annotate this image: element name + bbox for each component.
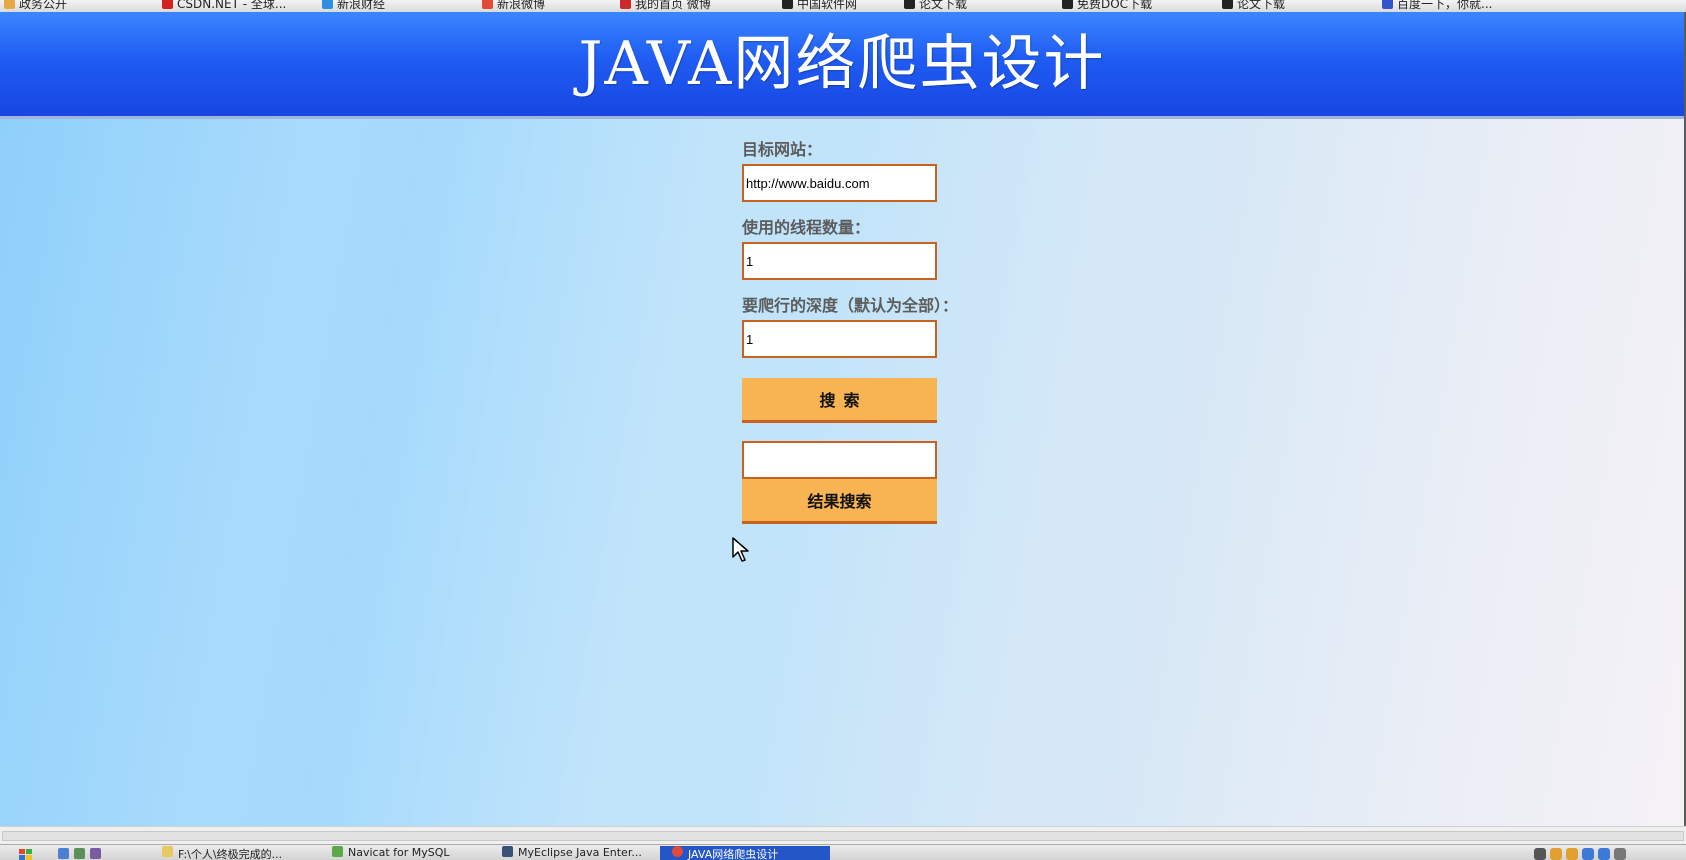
bookmark-item[interactable]: 新浪财经: [322, 0, 385, 11]
bookmark-icon: [1062, 0, 1073, 9]
header-banner: JAVA网络爬虫设计: [0, 12, 1684, 119]
browser-icon: [672, 846, 683, 857]
system-tray: [1534, 848, 1626, 860]
bookmark-label: 免费DOC下载: [1077, 0, 1153, 11]
taskbar-item-label: Navicat for MySQL: [348, 846, 450, 859]
horizontal-scrollbar[interactable]: [0, 826, 1686, 845]
taskbar-item-label: MyEclipse Java Enter...: [518, 846, 642, 859]
desktop-icon[interactable]: [74, 848, 85, 859]
scrollbar-track[interactable]: [2, 831, 1684, 841]
taskbar-item[interactable]: Navicat for MySQL: [332, 846, 450, 860]
result-search-input[interactable]: [742, 441, 937, 479]
shield-icon[interactable]: [1598, 848, 1610, 860]
bookmark-icon: [904, 0, 915, 9]
folder-icon: [162, 846, 173, 857]
bookmark-icon: [1222, 0, 1233, 9]
search-button[interactable]: 搜索: [742, 378, 937, 423]
bookmark-label: CSDN.NET - 全球...: [177, 0, 287, 11]
bookmark-icon: [620, 0, 631, 9]
bookmark-item[interactable]: 免费DOC下载: [1062, 0, 1152, 11]
bookmark-item[interactable]: 政务公开: [4, 0, 67, 11]
bookmark-label: 论文下载: [919, 0, 968, 11]
bookmark-icon: [782, 0, 793, 9]
taskbar-item[interactable]: MyEclipse Java Enter...: [502, 846, 642, 860]
result-search-button[interactable]: 结果搜索: [742, 479, 937, 524]
taskbar-item-label: F:\个人\终极完成的...: [178, 848, 283, 860]
browser-icon[interactable]: [58, 848, 69, 859]
taskbar-item[interactable]: F:\个人\终极完成的...: [162, 846, 282, 860]
taskbar: F:\个人\终极完成的... Navicat for MySQL MyEclip…: [0, 844, 1686, 860]
mouse-cursor-icon: [732, 537, 749, 562]
bookmark-icon: [322, 0, 333, 9]
bookmark-item[interactable]: 新浪微博: [482, 0, 545, 11]
start-button[interactable]: [18, 848, 34, 860]
qq-icon[interactable]: [1566, 848, 1578, 860]
bookmark-icon: [482, 0, 493, 9]
app-icon[interactable]: [90, 848, 101, 859]
bookmark-item[interactable]: CSDN.NET - 全球...: [162, 0, 286, 11]
navicat-icon: [332, 846, 343, 857]
bookmark-item[interactable]: 我的首页 微博: [620, 0, 711, 11]
bookmark-label: 新浪微博: [497, 0, 546, 11]
network-icon[interactable]: [1534, 848, 1546, 860]
bookmark-label: 中国软件网: [797, 0, 858, 11]
bookmark-label: 百度一下，你就...: [1397, 0, 1493, 11]
quick-launch: [58, 848, 101, 860]
target-site-input[interactable]: [742, 164, 937, 202]
volume-icon[interactable]: [1614, 848, 1626, 860]
taskbar-item-label: JAVA网络爬虫设计: [688, 848, 779, 860]
bookmark-label: 新浪财经: [337, 0, 386, 11]
bookmark-label: 政务公开: [19, 0, 68, 11]
crawl-depth-label: 要爬行的深度（默认为全部）：: [742, 296, 959, 315]
bookmark-item[interactable]: 论文下载: [904, 0, 967, 11]
windows-logo-icon: [19, 849, 32, 860]
bookmark-icon: [162, 0, 173, 9]
thread-count-label: 使用的线程数量：: [742, 218, 871, 237]
myeclipse-icon: [502, 846, 513, 857]
bookmark-label: 我的首页 微博: [635, 0, 711, 11]
qq-icon[interactable]: [1550, 848, 1562, 860]
crawl-depth-input[interactable]: [742, 320, 937, 358]
thread-count-input[interactable]: [742, 242, 937, 280]
input-method-icon[interactable]: [1582, 848, 1594, 860]
bookmark-item[interactable]: 中国软件网: [782, 0, 857, 11]
bookmark-icon: [1382, 0, 1393, 9]
page-title: JAVA网络爬虫设计: [578, 28, 1106, 99]
bookmark-icon: [4, 0, 15, 9]
bookmark-label: 论文下载: [1237, 0, 1286, 11]
bookmark-item[interactable]: 论文下载: [1222, 0, 1285, 11]
bookmark-item[interactable]: 百度一下，你就...: [1382, 0, 1492, 11]
taskbar-item-active[interactable]: JAVA网络爬虫设计: [660, 846, 830, 860]
target-site-label: 目标网站：: [742, 140, 823, 159]
crawler-form: 目标网站： 使用的线程数量： 要爬行的深度（默认为全部）： 搜索 结果搜索: [742, 138, 1002, 524]
